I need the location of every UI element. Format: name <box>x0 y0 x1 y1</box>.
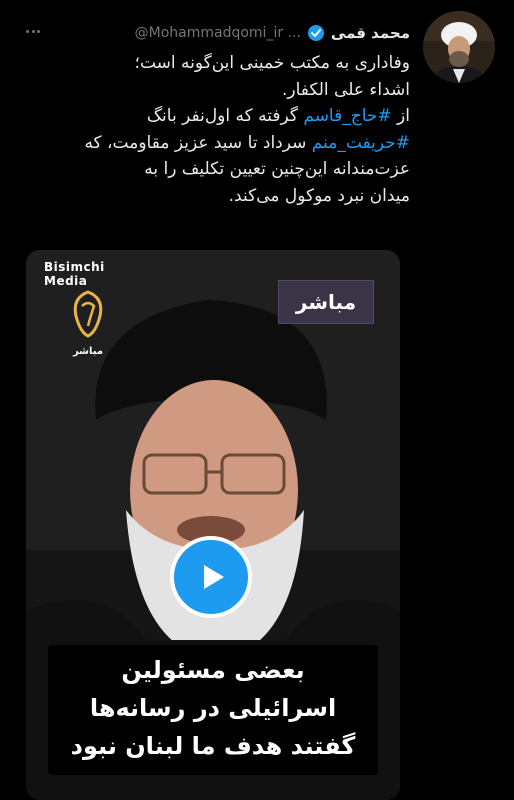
caption-line: بعضی مسئولین <box>121 656 305 684</box>
aljazeera-logo-icon: مباشر <box>66 288 110 358</box>
video-watermark: Bisimchi Media <box>44 260 105 288</box>
three-dots-icon[interactable] <box>26 22 40 40</box>
tweet[interactable]: محمد قمی @Mohammadqomi_ir ... وفاداری به… <box>0 0 514 800</box>
hashtag-link[interactable]: #حاج_قاسم <box>303 106 391 126</box>
tweet-line: عزت‌مندانه این‌چنین تعیین تکلیف را به <box>144 159 410 179</box>
tweet-line: #حریفت_منم سرداد تا سید عزیز مقاومت، که <box>20 130 410 157</box>
hashtag-link[interactable]: #حریفت_منم <box>312 133 410 153</box>
play-icon[interactable] <box>170 536 252 618</box>
tweet-text-fragment: از <box>391 106 410 126</box>
tweet-text: وفاداری به مکتب خمینی این‌گونه است؛ اشدا… <box>20 50 410 209</box>
avatar[interactable] <box>423 11 495 83</box>
live-badge: مباشر <box>278 280 374 324</box>
watermark-line: Bisimchi <box>44 260 105 274</box>
tweet-line: از #حاج_قاسم گرفته که اول‌نفر بانگ <box>20 103 410 130</box>
tweet-text-fragment: گرفته که اول‌نفر بانگ <box>146 106 304 126</box>
author-handle[interactable]: @Mohammadqomi_ir ... <box>135 25 301 41</box>
tweet-header: محمد قمی @Mohammadqomi_ir ... <box>135 22 410 44</box>
author-name[interactable]: محمد قمی <box>331 24 410 42</box>
tweet-text-fragment: سرداد تا سید عزیز مقاومت، که <box>84 132 312 153</box>
video-player[interactable]: Bisimchi Media مباشر مباشر بعضی مسئولین … <box>26 250 400 800</box>
tweet-line: وفاداری به مکتب خمینی این‌گونه است؛ <box>134 53 410 73</box>
watermark-line: Media <box>44 274 88 288</box>
caption-line: اسرائیلی در رسانه‌ها <box>89 694 337 722</box>
logo-caption: مباشر <box>72 346 104 357</box>
tweet-line: میدان نبرد موکول می‌کند. <box>228 185 410 206</box>
video-caption: بعضی مسئولین اسرائیلی در رسانه‌ها گفتند … <box>48 645 378 775</box>
tweet-line: اشداء علی الکفار. <box>281 79 410 100</box>
caption-line: گفتند هدف ما لبنان نبود <box>70 732 356 760</box>
verified-badge-icon <box>307 24 325 42</box>
